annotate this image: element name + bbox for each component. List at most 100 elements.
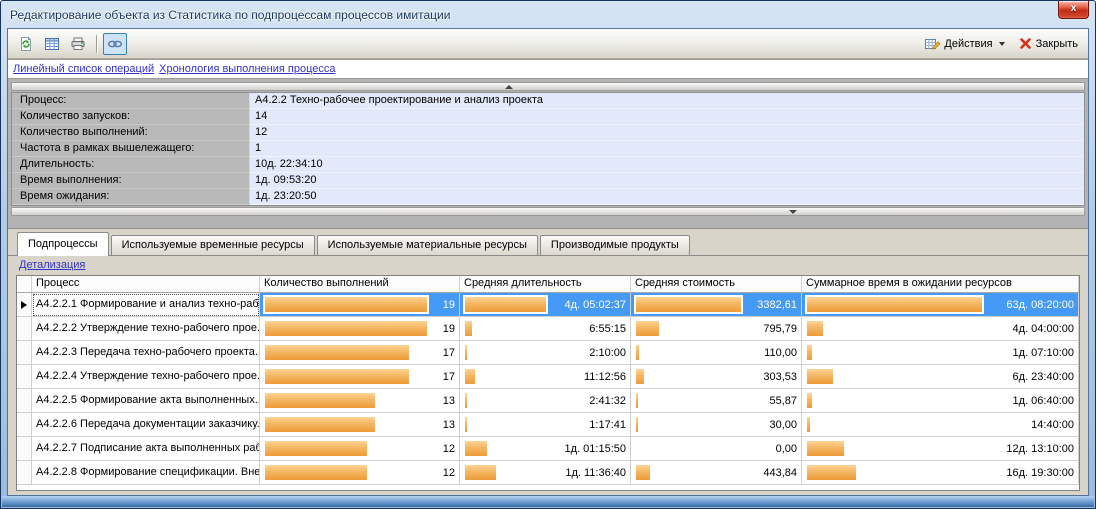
column-header-duration[interactable]: Средняя длительность — [460, 276, 631, 292]
property-value[interactable]: A4.2.2 Техно-рабочее проектирование и ан… — [250, 93, 1084, 109]
cell-duration[interactable]: 6:55:15 — [460, 317, 631, 341]
tab-2[interactable]: Используемые материальные ресурсы — [317, 235, 538, 255]
cell-duration[interactable]: 2:41:32 — [460, 389, 631, 413]
cell-cost[interactable]: 55,87 — [631, 389, 802, 413]
link-mode-button[interactable] — [103, 33, 127, 55]
cell-wait[interactable]: 6д. 23:40:00 — [802, 365, 1079, 389]
tab-1[interactable]: Используемые временные ресурсы — [111, 235, 315, 255]
column-header-cost[interactable]: Средняя стоимость — [631, 276, 802, 292]
cell-value: 110,00 — [747, 347, 797, 359]
title-bar[interactable]: Редактирование объекта из Статистика по … — [1, 1, 1095, 28]
cell-process[interactable]: A4.2.2.8 Формирование спецификации. Вне.… — [32, 461, 260, 485]
cell-duration[interactable]: 1:17:41 — [460, 413, 631, 437]
bar-track — [263, 415, 429, 434]
column-header-process[interactable]: Процесс — [32, 276, 260, 292]
table-row[interactable]: A4.2.2.5 Формирование акта выполненных..… — [17, 389, 1079, 413]
cell-process[interactable]: A4.2.2.1 Формирование и анализ техно-раб… — [32, 293, 260, 317]
property-value[interactable]: 10д. 22:34:10 — [250, 157, 1084, 173]
cell-executions[interactable]: 19 — [260, 317, 460, 341]
column-header-wait[interactable]: Суммарное время в ожидании ресурсов — [802, 276, 1079, 292]
cell-wait[interactable]: 1д. 06:40:00 — [802, 389, 1079, 413]
close-button[interactable]: Закрыть — [1019, 37, 1078, 50]
row-selector-cell[interactable] — [17, 461, 32, 485]
table-row[interactable]: A4.2.2.2 Утверждение техно-рабочего прое… — [17, 317, 1079, 341]
bar-track — [634, 319, 743, 338]
actions-menu-button[interactable]: Действия — [924, 36, 1004, 52]
cell-wait[interactable]: 63д. 08:20:00 — [802, 293, 1079, 317]
cell-cost[interactable]: 110,00 — [631, 341, 802, 365]
cell-duration[interactable]: 1д. 01:15:50 — [460, 437, 631, 461]
cell-process[interactable]: A4.2.2.5 Формирование акта выполненных..… — [32, 389, 260, 413]
cell-value: 14:40:00 — [988, 419, 1074, 431]
cell-duration[interactable]: 2:10:00 — [460, 341, 631, 365]
value-bar — [807, 321, 823, 336]
cell-cost[interactable]: 443,84 — [631, 461, 802, 485]
property-value[interactable]: 14 — [250, 109, 1084, 125]
cell-duration[interactable]: 1д. 11:36:40 — [460, 461, 631, 485]
row-selector-cell[interactable] — [17, 389, 32, 413]
tab-0[interactable]: Подпроцессы — [17, 232, 109, 256]
cell-process[interactable]: A4.2.2.3 Передача техно-рабочего проекта… — [32, 341, 260, 365]
cell-wait[interactable]: 16д. 19:30:00 — [802, 461, 1079, 485]
property-value[interactable]: 1д. 23:20:50 — [250, 189, 1084, 205]
column-header-executions[interactable]: Количество выполнений — [260, 276, 460, 292]
refresh-document-button[interactable] — [14, 33, 38, 55]
cell-value: 55,87 — [747, 395, 797, 407]
scroll-down-strip[interactable] — [11, 207, 1085, 216]
cell-wait[interactable]: 14:40:00 — [802, 413, 1079, 437]
row-selector-cell[interactable] — [17, 365, 32, 389]
cell-wait[interactable]: 4д. 04:00:00 — [802, 317, 1079, 341]
row-selector-cell[interactable] — [17, 341, 32, 365]
table-row[interactable]: A4.2.2.7 Подписание акта выполненных раб… — [17, 437, 1079, 461]
property-value[interactable]: 12 — [250, 125, 1084, 141]
cell-duration[interactable]: 11:12:56 — [460, 365, 631, 389]
window-close-button[interactable]: x — [1058, 1, 1089, 19]
cell-process[interactable]: A4.2.2.7 Подписание акта выполненных раб… — [32, 437, 260, 461]
detail-link[interactable]: Детализация — [19, 259, 85, 271]
cell-wait[interactable]: 12д. 13:10:00 — [802, 437, 1079, 461]
cell-cost[interactable]: 795,79 — [631, 317, 802, 341]
cell-executions[interactable]: 13 — [260, 413, 460, 437]
linear-operations-link[interactable]: Линейный список операций — [13, 63, 154, 75]
cell-executions[interactable]: 13 — [260, 389, 460, 413]
property-value[interactable]: 1д. 09:53:20 — [250, 173, 1084, 189]
scroll-up-strip[interactable] — [11, 82, 1085, 91]
cell-cost[interactable]: 0,00 — [631, 437, 802, 461]
cell-executions[interactable]: 12 — [260, 437, 460, 461]
cell-executions[interactable]: 17 — [260, 341, 460, 365]
row-selector-cell[interactable] — [17, 317, 32, 341]
row-selector-cell[interactable] — [17, 437, 32, 461]
cell-executions[interactable]: 17 — [260, 365, 460, 389]
cell-process[interactable]: A4.2.2.4 Утверждение техно-рабочего прое… — [32, 365, 260, 389]
tab-3[interactable]: Производимые продукты — [540, 235, 690, 255]
cell-process[interactable]: A4.2.2.6 Передача документации заказчику… — [32, 413, 260, 437]
bar-track — [263, 295, 429, 314]
cell-cost[interactable]: 303,53 — [631, 365, 802, 389]
value-bar — [465, 393, 467, 408]
table-row[interactable]: A4.2.2.6 Передача документации заказчику… — [17, 413, 1079, 437]
print-button[interactable] — [66, 33, 90, 55]
grid-view-button[interactable] — [40, 33, 64, 55]
property-label: Количество выполнений: — [12, 125, 250, 141]
value-bar — [465, 417, 467, 432]
table-row[interactable]: A4.2.2.1 Формирование и анализ техно-раб… — [17, 293, 1079, 317]
cell-cost[interactable]: 3382,61 — [631, 293, 802, 317]
process-chronology-link[interactable]: Хронология выполнения процесса — [159, 63, 335, 75]
cell-executions[interactable]: 19 — [260, 293, 460, 317]
cell-process[interactable]: A4.2.2.2 Утверждение техно-рабочего прое… — [32, 317, 260, 341]
table-row[interactable]: A4.2.2.4 Утверждение техно-рабочего прое… — [17, 365, 1079, 389]
row-selector-cell[interactable] — [17, 293, 32, 317]
cell-wait[interactable]: 1д. 07:10:00 — [802, 341, 1079, 365]
bar-track — [805, 295, 984, 314]
cell-value: 795,79 — [747, 323, 797, 335]
property-label: Процесс: — [12, 93, 250, 109]
cell-duration[interactable]: 4д. 05:02:37 — [460, 293, 631, 317]
cell-cost[interactable]: 30,00 — [631, 413, 802, 437]
table-row[interactable]: A4.2.2.8 Формирование спецификации. Вне.… — [17, 461, 1079, 485]
cell-executions[interactable]: 12 — [260, 461, 460, 485]
detail-link-row: Детализация — [16, 258, 1080, 275]
row-selector-cell[interactable] — [17, 413, 32, 437]
bar-track — [463, 295, 548, 314]
table-row[interactable]: A4.2.2.3 Передача техно-рабочего проекта… — [17, 341, 1079, 365]
property-value[interactable]: 1 — [250, 141, 1084, 157]
